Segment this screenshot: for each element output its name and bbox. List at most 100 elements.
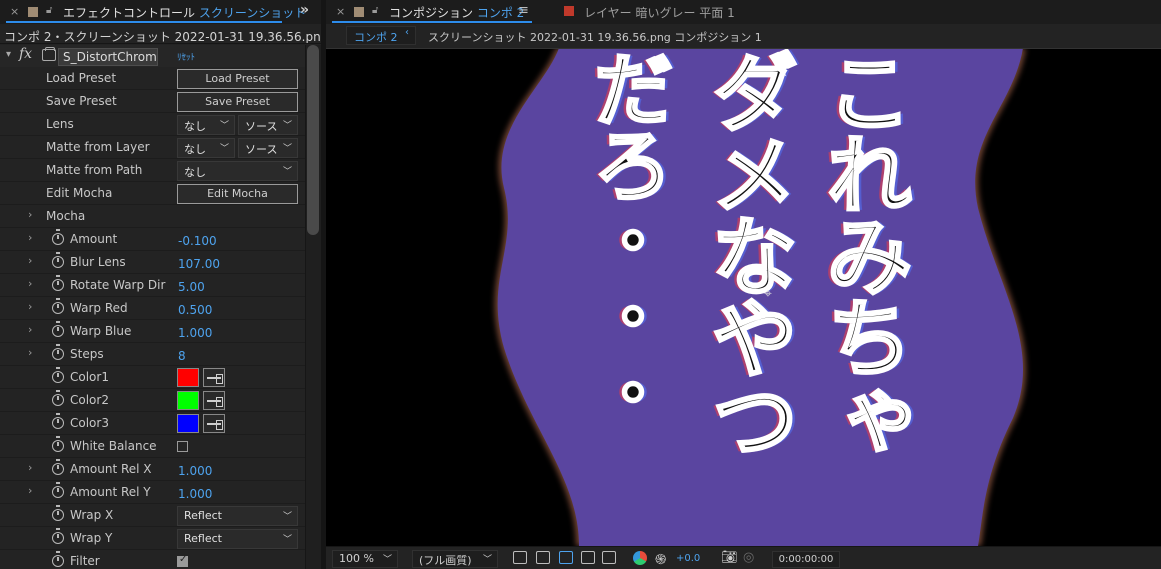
stopwatch-icon[interactable] <box>52 275 64 291</box>
menu-icon[interactable]: ≡ <box>518 3 529 18</box>
warp-red-value[interactable]: 0.500 <box>178 303 212 317</box>
wrap-x-dropdown[interactable]: Reflect ﹀ <box>177 506 298 526</box>
chevron-right-icon[interactable]: › <box>28 484 32 497</box>
amount-rel-y-value[interactable]: 1.000 <box>178 487 212 501</box>
anchor-point-icon[interactable]: ⌖ <box>764 286 772 302</box>
panel-menu-icon[interactable] <box>354 7 364 17</box>
stopwatch-icon[interactable] <box>52 390 64 406</box>
param-warp-blue: › Warp Blue 1.000 <box>0 320 305 343</box>
param-edit-mocha: Edit Mocha Edit Mocha <box>0 182 305 205</box>
color-management-icon[interactable]: ֍ <box>655 550 666 569</box>
reset-link[interactable]: ﾘｾｯﾄ <box>177 50 195 63</box>
rotate-warp-dir-value[interactable]: 5.00 <box>178 280 205 294</box>
matte-source-dropdown[interactable]: ソース ﹀ <box>238 138 298 158</box>
close-tab-icon[interactable]: × <box>336 5 345 18</box>
steps-value[interactable]: 8 <box>178 349 186 363</box>
param-label: Amount <box>70 232 118 246</box>
matte-layer-dropdown[interactable]: なし ﹀ <box>177 138 235 158</box>
exposure-value[interactable]: +0.0 <box>676 553 700 564</box>
lock-icon[interactable]: 🔓︎ <box>372 5 378 16</box>
transparency-grid-icon[interactable] <box>536 551 550 564</box>
eyedropper-icon[interactable] <box>203 414 225 433</box>
param-mocha[interactable]: › Mocha <box>0 205 305 228</box>
composition-viewer[interactable]: これみちゃ ダメなやつ だろ・・・ ⌖ <box>326 48 1161 546</box>
chevron-right-icon[interactable]: › <box>28 346 32 359</box>
color1-swatch[interactable] <box>177 368 199 387</box>
white-balance-checkbox[interactable] <box>177 441 188 452</box>
mask-path-icon[interactable] <box>559 551 573 564</box>
more-panels-icon[interactable]: » <box>300 2 309 18</box>
filter-checkbox[interactable] <box>177 554 188 567</box>
blur-lens-value[interactable]: 107.00 <box>178 257 220 271</box>
layer-tab[interactable]: レイヤー 暗いグレー 平面 1 <box>584 4 735 21</box>
param-label: Mocha <box>46 209 86 223</box>
chevron-right-icon[interactable]: › <box>28 323 32 336</box>
stopwatch-icon[interactable] <box>52 482 64 498</box>
chevron-right-icon[interactable]: › <box>28 208 32 221</box>
chevron-right-icon[interactable]: › <box>28 231 32 244</box>
zoom-dropdown[interactable]: 100 % ﹀ <box>332 550 398 568</box>
resolution-dropdown[interactable]: (フル画質) ﹀ <box>412 550 498 568</box>
param-label: Matte from Layer <box>46 140 150 154</box>
stopwatch-icon[interactable] <box>52 528 64 544</box>
breadcrumb-comp-1[interactable]: スクリーンショット 2022-01-31 19.36.56.png コンポジショ… <box>428 29 762 45</box>
param-label: Warp Blue <box>70 324 132 338</box>
lock-icon[interactable]: 🔓︎ <box>46 5 52 16</box>
color2-swatch[interactable] <box>177 391 199 410</box>
chevron-right-icon[interactable]: › <box>28 300 32 313</box>
grid-guides-icon[interactable] <box>602 551 616 564</box>
effect-controls-tab[interactable]: エフェクトコントロール スクリーンショット <box>63 4 306 21</box>
lens-layer-dropdown[interactable]: なし ﹀ <box>177 115 235 135</box>
wrap-y-dropdown[interactable]: Reflect ﹀ <box>177 529 298 549</box>
amount-rel-x-value[interactable]: 1.000 <box>178 464 212 478</box>
active-tab-indicator <box>6 21 282 23</box>
matte-path-dropdown[interactable]: なし ﹀ <box>177 161 298 181</box>
amount-value[interactable]: -0.100 <box>178 234 217 248</box>
stopwatch-icon[interactable] <box>52 252 64 268</box>
tab-title: エフェクトコントロール <box>63 6 196 20</box>
param-color2: Color2 <box>0 389 305 412</box>
param-label: Amount Rel X <box>70 462 152 476</box>
stopwatch-icon[interactable] <box>52 459 64 475</box>
load-preset-button[interactable]: Load Preset <box>177 69 298 89</box>
panel-menu-icon[interactable] <box>28 7 38 17</box>
effect-name[interactable]: S_DistortChroma <box>58 48 158 66</box>
param-label: Color1 <box>70 370 109 384</box>
close-tab-icon[interactable]: × <box>10 5 19 18</box>
viewer-top-border <box>326 48 1161 49</box>
stopwatch-icon[interactable] <box>52 367 64 383</box>
eyedropper-icon[interactable] <box>203 391 225 410</box>
chevron-right-icon[interactable]: › <box>28 277 32 290</box>
eyedropper-icon[interactable] <box>203 368 225 387</box>
stopwatch-icon[interactable] <box>52 321 64 337</box>
stopwatch-icon[interactable] <box>52 229 64 245</box>
current-time[interactable]: 0:00:00:00 <box>772 551 840 568</box>
stopwatch-icon[interactable] <box>52 551 64 567</box>
stopwatch-icon[interactable] <box>52 413 64 429</box>
chevron-right-icon[interactable]: › <box>28 254 32 267</box>
save-preset-button[interactable]: Save Preset <box>177 92 298 112</box>
param-label: Matte from Path <box>46 163 143 177</box>
edit-mocha-button[interactable]: Edit Mocha <box>177 184 298 204</box>
warp-blue-value[interactable]: 1.000 <box>178 326 212 340</box>
color-channels-icon[interactable] <box>633 551 647 565</box>
stopwatch-icon[interactable] <box>52 298 64 314</box>
effect-header-row[interactable]: ▾ fx S_DistortChroma ﾘｾｯﾄ <box>0 45 305 67</box>
stopwatch-icon[interactable] <box>52 505 64 521</box>
stopwatch-icon[interactable] <box>52 344 64 360</box>
tab-title: コンポジション <box>389 6 474 20</box>
show-snapshot-icon[interactable]: ◎ <box>743 550 754 565</box>
scrollbar-thumb[interactable] <box>307 45 319 235</box>
param-label: Wrap Y <box>70 531 113 545</box>
color3-swatch[interactable] <box>177 414 199 433</box>
stopwatch-icon[interactable] <box>52 436 64 452</box>
composition-tab[interactable]: コンポジション コンポ 2 <box>389 4 524 21</box>
layer-color-icon <box>564 6 574 16</box>
fast-preview-icon[interactable] <box>513 551 527 564</box>
chevron-down-icon[interactable]: ▾ <box>6 49 11 60</box>
lens-source-dropdown[interactable]: ソース ﹀ <box>238 115 298 135</box>
region-of-interest-icon[interactable] <box>581 551 595 564</box>
fx-toggle[interactable]: fx <box>19 46 32 62</box>
snapshot-icon[interactable]: 📷︎ <box>721 550 738 565</box>
chevron-right-icon[interactable]: › <box>28 461 32 474</box>
